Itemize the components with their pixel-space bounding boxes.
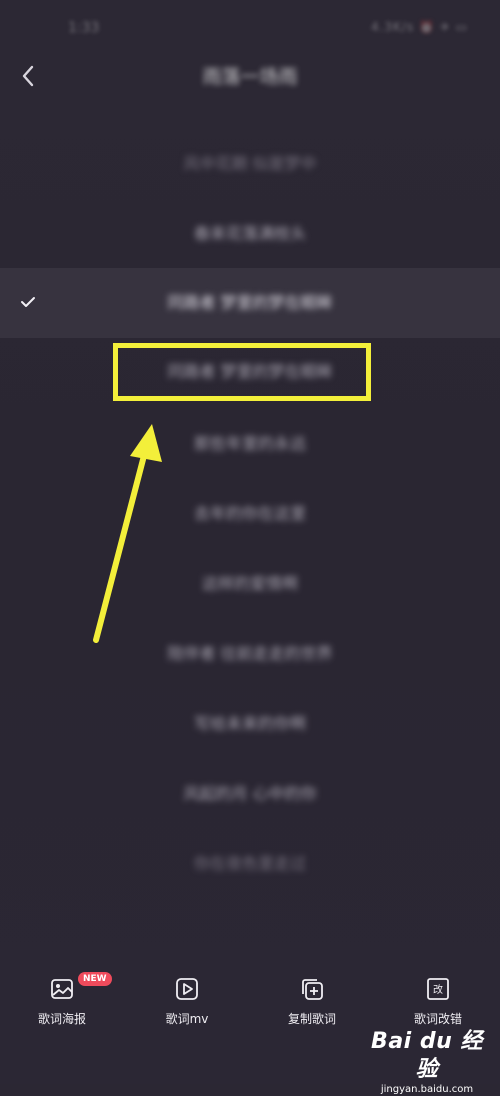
lyric-mv-button[interactable]: 歌词mv — [137, 970, 237, 1027]
lyric-line[interactable]: 去年的你在这里 — [0, 496, 500, 532]
lyric-mv-icon — [176, 978, 198, 1000]
lyric-correct-icon: 改 — [427, 978, 449, 1000]
copy-lyrics-button[interactable]: 复制歌词 — [262, 970, 362, 1027]
bottom-toolbar: NEW 歌词海报 歌词mv 复制歌词 改 歌词改错 — [0, 970, 500, 1030]
lyric-line-selected[interactable]: 同路者 梦里的梦在眼眸 — [0, 268, 500, 338]
lyric-line[interactable]: 风中花期 似是梦中 — [0, 146, 500, 182]
lyric-line[interactable]: 春来花落满枝头 — [0, 216, 500, 252]
lyric-line-label: 同路者 梦里的梦在眼眸 — [167, 293, 333, 312]
lyric-poster-label: 歌词海报 — [37, 1012, 86, 1026]
checkmark-icon — [20, 268, 36, 338]
svg-text:改: 改 — [433, 983, 443, 996]
page-title: 雨落一场雨 — [202, 66, 298, 88]
lyric-line[interactable]: 风起的月 心中的你 — [0, 776, 500, 812]
lyric-line[interactable]: 写给未来的你啊 — [0, 706, 500, 742]
new-badge: NEW — [78, 972, 112, 986]
status-bar: 1:33 4.3K/s ⏰ ✈ ▭ — [0, 0, 500, 60]
watermark-logo: Bai du 经验 — [371, 1029, 483, 1082]
status-icons: 4.3K/s ⏰ ✈ ▭ — [370, 20, 468, 34]
lyric-correct-label: 歌词改错 — [413, 1012, 462, 1026]
status-time: 1:33 — [68, 20, 100, 36]
lyric-mv-label: 歌词mv — [165, 1012, 209, 1026]
lyric-line[interactable]: 那些年里的永远 — [0, 426, 500, 462]
watermark-url: jingyan.baidu.com — [380, 1084, 474, 1095]
baidu-jingyan-watermark: Bai du 经验 jingyan.baidu.com — [362, 1028, 492, 1095]
lyric-line[interactable]: 陪伴者 往前走走的世界 — [0, 636, 500, 672]
lyrics-selection-screen: 1:33 4.3K/s ⏰ ✈ ▭ 雨落一场雨 风中花期 似是梦中 春来花落满枝… — [0, 0, 500, 1095]
lyric-line[interactable]: 你在夜色里走过 — [0, 846, 500, 882]
lyric-poster-button[interactable]: NEW 歌词海报 — [12, 970, 112, 1027]
lyric-line[interactable]: 同路者 梦里的梦在眼眸 — [0, 354, 500, 390]
lyric-poster-icon — [51, 979, 73, 999]
header: 雨落一场雨 — [0, 56, 500, 96]
lyric-line[interactable]: 这样的爱情啊 — [0, 566, 500, 602]
copy-lyrics-label: 复制歌词 — [287, 1012, 336, 1026]
copy-lyrics-icon — [302, 979, 323, 1000]
lyric-correct-button[interactable]: 改 歌词改错 — [388, 970, 488, 1027]
